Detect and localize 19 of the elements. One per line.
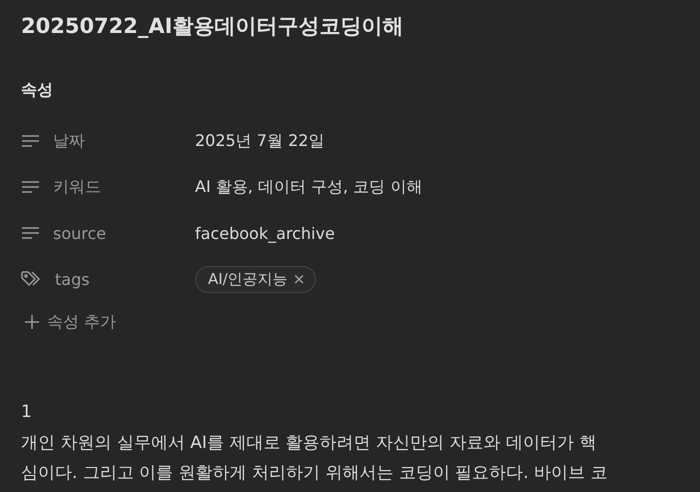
property-value[interactable]: facebook_archive xyxy=(195,224,335,242)
property-value[interactable]: 2025년 7월 22일 xyxy=(195,130,324,152)
tags-icon xyxy=(21,271,43,287)
add-property-button[interactable]: 속성 추가 xyxy=(25,306,116,338)
text-lines-icon xyxy=(21,134,41,148)
property-label[interactable]: source xyxy=(53,224,106,242)
text-lines-icon xyxy=(21,226,41,240)
property-label[interactable]: 키워드 xyxy=(53,176,101,198)
plus-icon xyxy=(25,315,39,329)
property-label[interactable]: 날짜 xyxy=(53,130,85,152)
property-value[interactable]: AI 활용, 데이터 구성, 코딩 이해 xyxy=(195,176,422,198)
tag-pill[interactable]: AI/인공지능 × xyxy=(195,266,316,292)
text-lines-icon xyxy=(21,180,41,194)
note-title: 20250722_AI활용데이터구성코딩이해 xyxy=(21,13,404,40)
property-label[interactable]: tags xyxy=(55,270,90,288)
body-paragraph: 개인 차원의 실무에서 AI를 제대로 활용하려면 자신만의 자료와 데이터가 핵 심이다. 그리고 이를 원활하게 처리하기 위해서는 코딩이 필요하다. 바이브 코 xyxy=(21,432,608,485)
properties-heading: 속성 xyxy=(21,79,54,101)
body-heading: 1 xyxy=(21,401,33,424)
remove-tag-icon[interactable]: × xyxy=(292,270,306,288)
